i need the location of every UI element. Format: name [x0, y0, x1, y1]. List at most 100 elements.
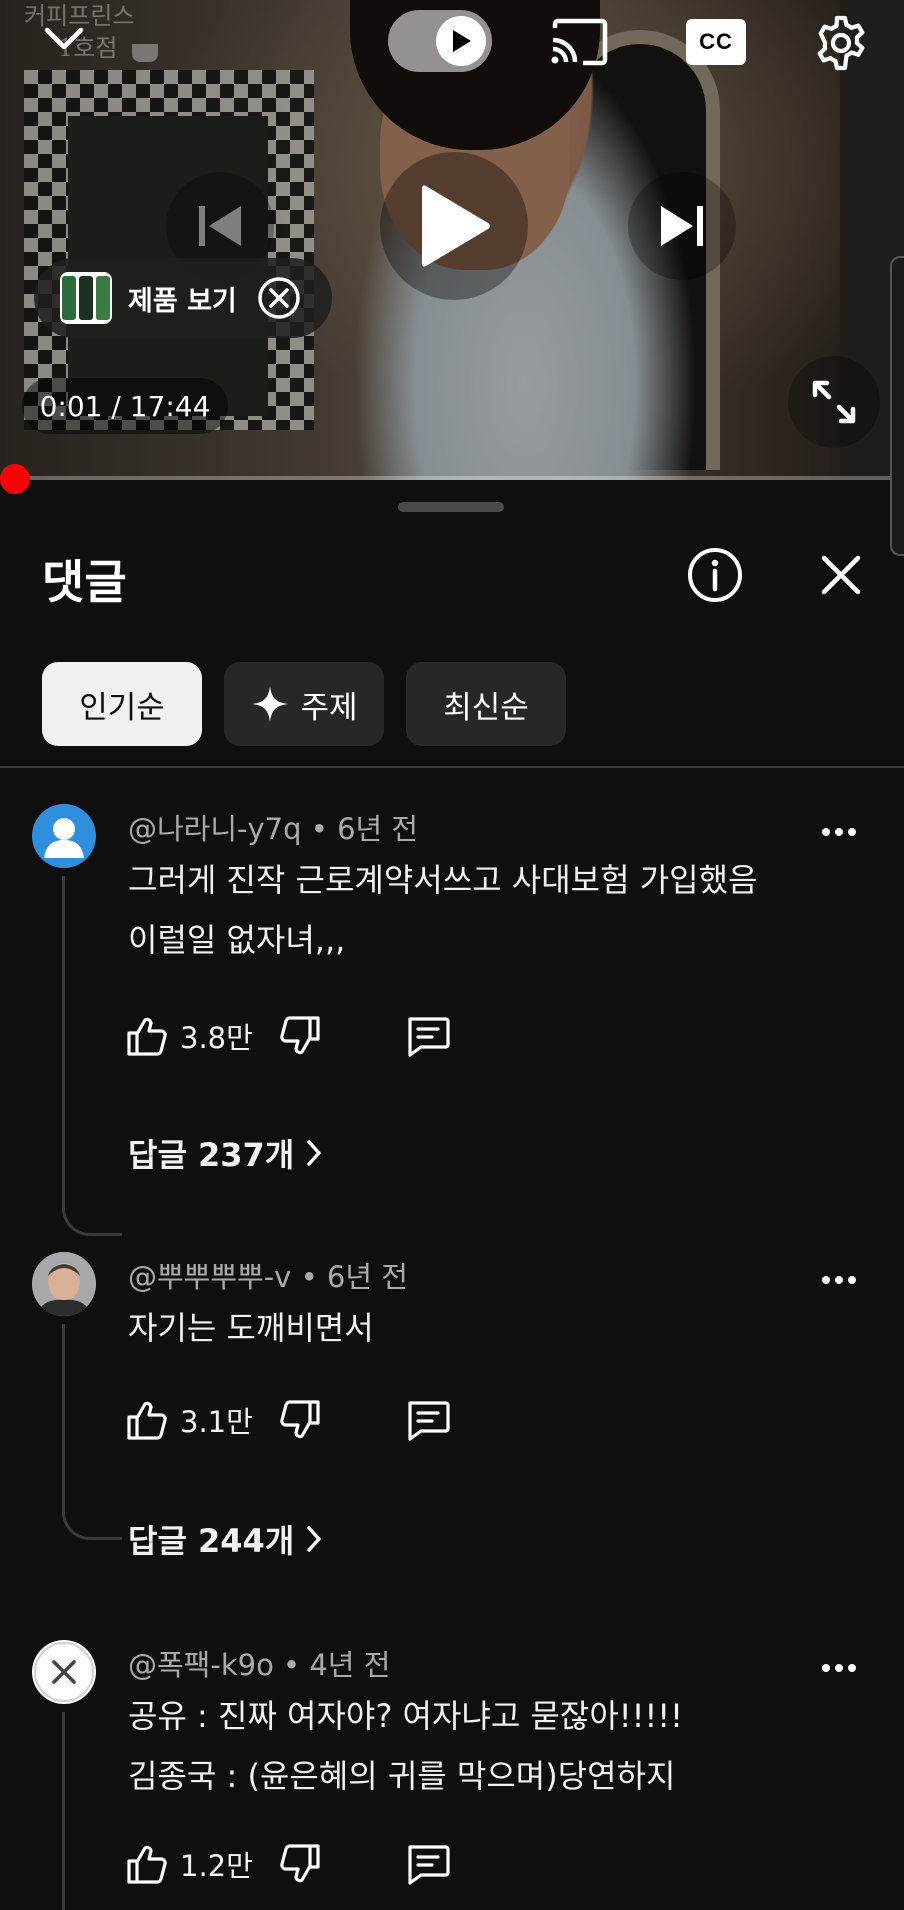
sort-chip-popular[interactable]: 인기순: [42, 662, 202, 746]
comment-text: 자기는 도깨비면서: [128, 1298, 828, 1358]
comment-menu-button[interactable]: [810, 1648, 868, 1688]
current-time: 0:01: [39, 389, 103, 423]
more-horizontal-icon: [822, 1664, 856, 1672]
fullscreen-icon: [812, 380, 856, 424]
minimize-player-button[interactable]: [36, 14, 92, 64]
like-button[interactable]: [124, 1392, 170, 1448]
replies-count: 답글 237개: [128, 1136, 295, 1174]
thumbs-down-icon: [280, 1844, 320, 1883]
dislike-button[interactable]: [277, 1008, 323, 1064]
product-can-image: [62, 276, 76, 320]
comment-age: 4년 전: [309, 1648, 391, 1682]
cast-button[interactable]: [544, 12, 614, 72]
view-replies-button[interactable]: 답글 237개: [128, 1130, 322, 1176]
like-button[interactable]: [124, 1008, 170, 1064]
comment-meta: @폭팩-k9o • 4년 전: [128, 1648, 391, 1682]
product-can-image: [96, 276, 110, 320]
time-display: 0:01 / 17:44: [22, 378, 228, 434]
comment-text: 공유 : 진짜 여자야? 여자냐고 묻잖아!!!!! 김종국 : (윤은혜의 귀…: [128, 1686, 828, 1806]
captions-button[interactable]: CC: [684, 14, 748, 70]
thumbs-down-icon: [280, 1016, 320, 1055]
comment-reply-icon: [408, 1845, 450, 1885]
sheet-drag-handle[interactable]: [398, 502, 504, 512]
comment-age: 6년 전: [326, 1260, 408, 1294]
sort-chip-label: 주제: [300, 689, 358, 726]
chips-divider: [0, 766, 904, 768]
avatar[interactable]: [32, 1640, 96, 1704]
view-replies-button[interactable]: 답글 244개: [128, 1516, 322, 1562]
view-products-label: 제품 보기: [128, 285, 237, 317]
close-circle-icon: [258, 277, 300, 319]
autoplay-knob: [436, 16, 486, 66]
product-can-image: [79, 276, 93, 320]
comment-text-line: 그러게 진작 근로계약서쓰고 사대보험 가입했음: [128, 861, 758, 899]
next-video-button[interactable]: [628, 172, 736, 280]
thumbs-up-icon: [127, 1401, 167, 1440]
profile-photo-icon: [32, 1252, 96, 1316]
chevron-right-icon: [306, 1139, 322, 1167]
sort-chip-label: 인기순: [79, 689, 165, 726]
close-icon: [821, 555, 861, 595]
thumbs-down-icon: [280, 1400, 320, 1439]
comment-text-line: 이럴일 없자녀,,,: [128, 921, 346, 959]
sort-chip-newest[interactable]: 최신순: [406, 662, 566, 746]
thread-line: [62, 1324, 122, 1540]
like-count: 3.1만: [180, 1405, 253, 1439]
sort-chip-topic[interactable]: 주제: [224, 662, 384, 746]
info-icon: [688, 548, 742, 602]
view-products-chip[interactable]: 제품 보기: [34, 258, 332, 338]
comment-author[interactable]: @나라니-y7q: [128, 812, 302, 846]
comment-text: 그러게 진작 근로계약서쓰고 사대보험 가입했음 이럴일 없자녀,,,: [128, 850, 828, 970]
comment-actions: 3.1만: [124, 1392, 453, 1448]
dislike-button[interactable]: [277, 1836, 323, 1892]
comment-text-line: 김종국 : (윤은혜의 귀를 막으며)당연하지: [128, 1757, 676, 1795]
comment-meta: @나라니-y7q • 6년 전: [128, 812, 419, 846]
default-avatar-icon: [44, 818, 84, 858]
comment-author[interactable]: @폭팩-k9o: [128, 1648, 274, 1682]
sparkle-icon: [252, 686, 289, 722]
comments-info-button[interactable]: [684, 544, 746, 606]
scrubber-handle[interactable]: [0, 464, 30, 494]
cc-icon: CC: [686, 19, 746, 65]
comment-menu-button[interactable]: [810, 1260, 868, 1300]
autoplay-toggle[interactable]: [388, 10, 492, 72]
side-panel-handle[interactable]: [890, 256, 904, 556]
gear-icon: [817, 15, 865, 71]
close-comments-button[interactable]: [812, 546, 870, 604]
reply-button[interactable]: [403, 1008, 453, 1064]
avatar[interactable]: [32, 1252, 96, 1316]
cast-icon: [551, 18, 608, 66]
comment-menu-button[interactable]: [810, 812, 868, 852]
play-button[interactable]: [380, 152, 528, 300]
more-horizontal-icon: [822, 828, 856, 836]
thumbs-up-icon: [127, 1845, 167, 1884]
settings-button[interactable]: [806, 10, 876, 76]
reply-button[interactable]: [403, 1392, 453, 1448]
comment-author[interactable]: @뿌뿌뿌뿌-v: [128, 1260, 291, 1294]
comment-actions: 3.8만: [124, 1008, 453, 1064]
like-count: 1.2만: [180, 1849, 253, 1883]
fullscreen-button[interactable]: [788, 356, 880, 448]
comment-text-line: 자기는 도깨비면서: [128, 1309, 374, 1347]
reply-button[interactable]: [403, 1836, 453, 1892]
comment-actions: 1.2만: [124, 1836, 453, 1892]
time-separator: /: [102, 389, 130, 423]
avatar[interactable]: [32, 804, 96, 868]
thumbs-up-icon: [127, 1017, 167, 1056]
thread-line: [62, 876, 122, 1236]
progress-bar[interactable]: [0, 476, 904, 480]
replies-count: 답글 244개: [128, 1522, 295, 1560]
like-button[interactable]: [124, 1836, 170, 1892]
comment-reply-icon: [408, 1401, 450, 1441]
dismiss-products-button[interactable]: [257, 276, 301, 320]
total-duration: 17:44: [129, 389, 211, 423]
play-icon: [422, 185, 490, 267]
comments-title: 댓글: [42, 555, 127, 609]
skip-next-icon: [661, 206, 703, 246]
x-circle-avatar-icon: [34, 1642, 94, 1702]
comment-age: 6년 전: [337, 812, 419, 846]
comment-meta: @뿌뿌뿌뿌-v • 6년 전: [128, 1260, 408, 1294]
video-player[interactable]: 커피프린스 1호점 CC 제품 보기 0:01 / 17:44: [0, 0, 904, 480]
dislike-button[interactable]: [277, 1392, 323, 1448]
like-count: 3.8만: [180, 1021, 253, 1055]
